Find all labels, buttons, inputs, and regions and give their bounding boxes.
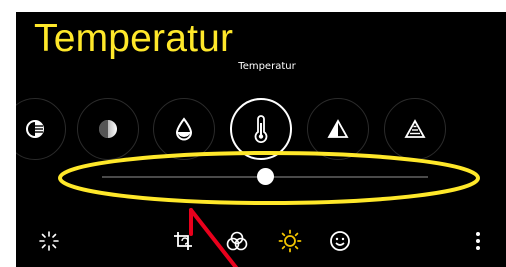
photo-editor-screen: Temperatur Temperatur [16,12,506,267]
adjustment-slider[interactable] [56,150,486,210]
annotation-ellipse [58,151,480,205]
contrast-icon [99,120,117,138]
highlights-icon [26,120,44,138]
more-vert-icon [476,232,480,250]
more-options-button[interactable] [465,228,491,254]
thermometer-icon [254,115,268,143]
auto-enhance-button[interactable] [36,228,62,254]
adjust-button[interactable] [277,228,303,254]
sticker-button[interactable] [327,228,353,254]
crop-rotate-button[interactable] [170,228,196,254]
crop-rotate-icon [174,232,192,250]
filters-button[interactable] [224,228,250,254]
saturation-drop-icon [175,117,193,141]
filters-icon [226,231,248,251]
adjust-sun-icon [278,229,302,253]
sharpness-triangle-icon [404,119,426,138]
tint-triangle-icon [327,119,349,138]
sticker-smiley-icon [330,231,350,251]
adjustment-tools-row [16,12,506,160]
bottom-toolbar [16,220,506,267]
auto-sparkle-icon [39,231,59,251]
